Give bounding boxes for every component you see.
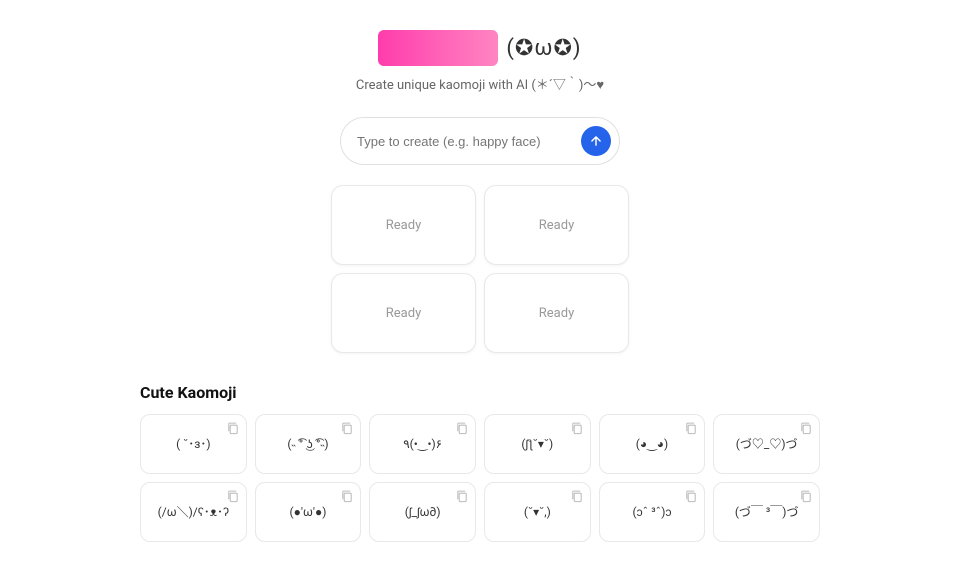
ready-card-1[interactable]: Ready <box>331 185 476 265</box>
kaomoji-card-2-6[interactable]: (づ￣ ³￣)づ <box>713 482 820 542</box>
copy-icon <box>226 489 240 503</box>
copy-icon <box>455 421 469 435</box>
header: (✪ω✪) Create unique kaomoji with AI (＊´▽… <box>356 30 604 93</box>
kaomoji-card-2-4[interactable]: (˘▾˘,) <box>484 482 591 542</box>
copy-icon <box>340 421 354 435</box>
search-input[interactable] <box>357 134 581 149</box>
logo-bar <box>378 30 498 66</box>
kaomoji-card-2-2[interactable]: (●'ω'●) <box>255 482 362 542</box>
copy-icon <box>799 421 813 435</box>
ready-card-2[interactable]: Ready <box>484 185 629 265</box>
cute-kaomoji-section: Cute Kaomoji ( ˘･з･) (˵ ͡° ͜ʖ ͡°˵) <box>140 383 820 550</box>
kaomoji-card-1-2[interactable]: (˵ ͡° ͜ʖ ͡°˵) <box>255 414 362 474</box>
page-wrapper: (✪ω✪) Create unique kaomoji with AI (＊´▽… <box>0 0 960 570</box>
cards-grid: Ready Ready Ready Ready <box>331 185 629 353</box>
ready-card-4[interactable]: Ready <box>484 273 629 353</box>
logo-row: (✪ω✪) <box>378 30 581 66</box>
logo-emoji: (✪ω✪) <box>506 36 581 61</box>
kaomoji-card-1-1[interactable]: ( ˘･з･) <box>140 414 247 474</box>
copy-icon <box>684 489 698 503</box>
kaomoji-card-2-5[interactable]: (ɔˆ ³ˆ)ɔ <box>599 482 706 542</box>
kaomoji-card-1-4[interactable]: (ʃƪ˘▾˘) <box>484 414 591 474</box>
copy-icon <box>340 489 354 503</box>
copy-icon <box>799 489 813 503</box>
kaomoji-card-1-3[interactable]: ٩(•‿•)۶ <box>369 414 476 474</box>
copy-icon <box>226 421 240 435</box>
section-title-cute: Cute Kaomoji <box>140 383 820 402</box>
copy-icon <box>455 489 469 503</box>
kaomoji-card-1-6[interactable]: (づ♡_♡)づ <box>713 414 820 474</box>
kaomoji-row-1: ( ˘･з･) (˵ ͡° ͜ʖ ͡°˵) ٩(•‿•)۶ <box>140 414 820 474</box>
arrow-up-icon <box>589 134 603 148</box>
copy-icon <box>570 421 584 435</box>
ready-card-3[interactable]: Ready <box>331 273 476 353</box>
search-container <box>340 117 620 165</box>
copy-icon <box>570 489 584 503</box>
kaomoji-card-1-5[interactable]: (◕‿◕) <box>599 414 706 474</box>
kaomoji-row-2: (/ω＼)/ʕ･ᴥ･ʔ (●'ω'●) (ʃ_ʃω∂) <box>140 482 820 542</box>
kaomoji-card-2-3[interactable]: (ʃ_ʃω∂) <box>369 482 476 542</box>
search-submit-button[interactable] <box>581 126 611 156</box>
kaomoji-card-2-1[interactable]: (/ω＼)/ʕ･ᴥ･ʔ <box>140 482 247 542</box>
tagline: Create unique kaomoji with AI (＊´▽｀)～♥ <box>356 74 604 93</box>
copy-icon <box>684 421 698 435</box>
